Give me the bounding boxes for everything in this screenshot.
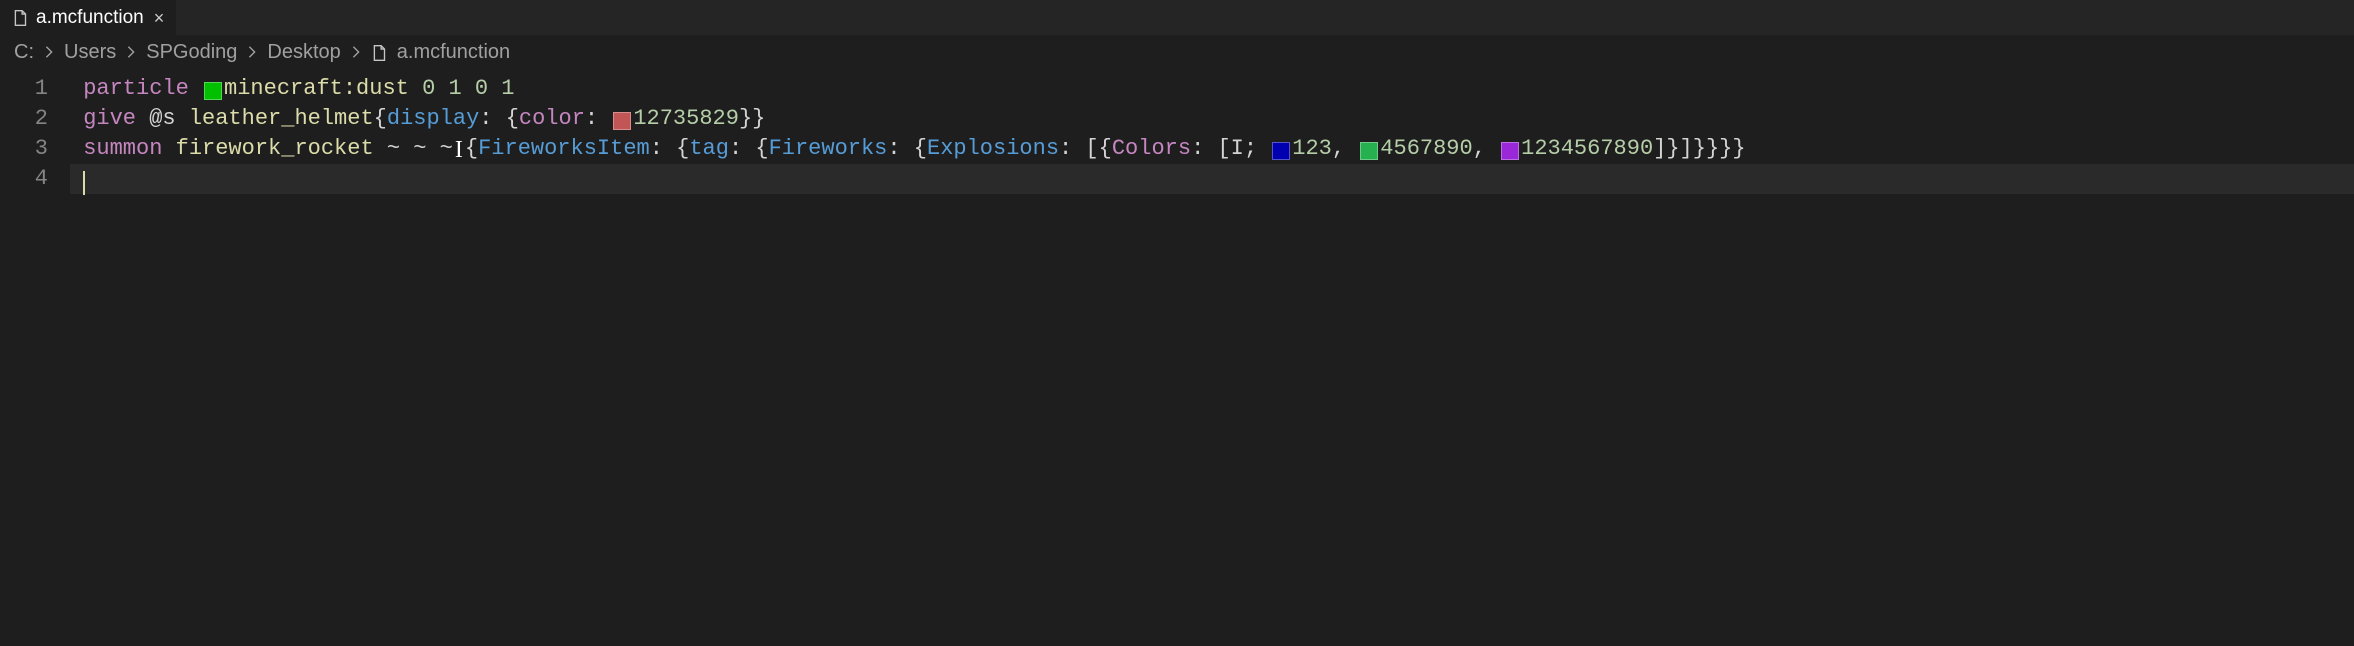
line-number: 4 [0,164,48,194]
number-token: 12735829 [633,104,739,134]
command-token: particle [83,74,189,104]
selector-token: @s [149,104,175,134]
tab-filename: a.mcfunction [36,7,144,29]
code-line[interactable]: summon firework_rocket ~ ~ ~{FireworksIt… [70,134,2354,164]
tab-active[interactable]: a.mcfunction × [0,0,176,35]
text-cursor-icon [453,137,465,161]
line-number: 1 [0,74,48,104]
breadcrumb-item[interactable]: Users [64,41,116,64]
nbt-key: tag [689,134,729,164]
chevron-right-icon [42,42,56,65]
code-line[interactable]: give @s leather_helmet{display: {color: … [70,104,2354,134]
nbt-key: display [387,104,479,134]
array-type-token: I; [1231,134,1257,164]
breadcrumb-item[interactable]: Desktop [267,41,340,64]
breadcrumb-file[interactable]: a.mcfunction [397,41,510,64]
color-swatch[interactable] [204,82,222,100]
coords-token: ~ ~ ~ [387,134,453,164]
identifier-token: leather_helmet [189,104,374,134]
code-editor[interactable]: 1 2 3 4 particle minecraft:dust 0 1 0 1 … [0,74,2354,194]
color-swatch[interactable] [1360,142,1378,160]
line-number-gutter: 1 2 3 4 [0,74,70,194]
breadcrumb[interactable]: C: Users SPGoding Desktop a.mcfunction [0,35,2354,74]
breadcrumb-item[interactable]: SPGoding [146,41,237,64]
color-swatch[interactable] [1272,142,1290,160]
identifier-token: minecraft:dust [224,74,409,104]
color-swatch[interactable] [613,112,631,130]
code-area[interactable]: particle minecraft:dust 0 1 0 1 give @s … [70,74,2354,194]
line-number: 3 [0,134,48,164]
close-icon[interactable]: × [154,9,165,27]
nbt-key: Fireworks [769,134,888,164]
command-token: give [83,104,136,134]
nbt-key: Colors [1112,134,1191,164]
chevron-right-icon [245,42,259,65]
number-token: 4567890 [1380,134,1472,164]
chevron-right-icon [124,42,138,65]
identifier-token: firework_rocket [176,134,374,164]
tab-bar: a.mcfunction × [0,0,2354,35]
command-token: summon [83,134,162,164]
number-token: 1234567890 [1521,134,1653,164]
nbt-key: Explosions [927,134,1059,164]
chevron-right-icon [349,42,363,65]
code-line[interactable]: particle minecraft:dust 0 1 0 1 [70,74,2354,104]
line-number: 2 [0,104,48,134]
number-token: 123 [1292,134,1332,164]
breadcrumb-item[interactable]: C: [14,41,34,64]
caret [83,171,85,195]
color-swatch[interactable] [1501,142,1519,160]
file-icon [12,9,30,27]
file-icon [371,44,389,62]
nbt-key: color [519,104,585,134]
nbt-key: FireworksItem [478,134,650,164]
args-token: 0 1 0 1 [422,74,514,104]
code-line-current[interactable] [70,164,2354,194]
